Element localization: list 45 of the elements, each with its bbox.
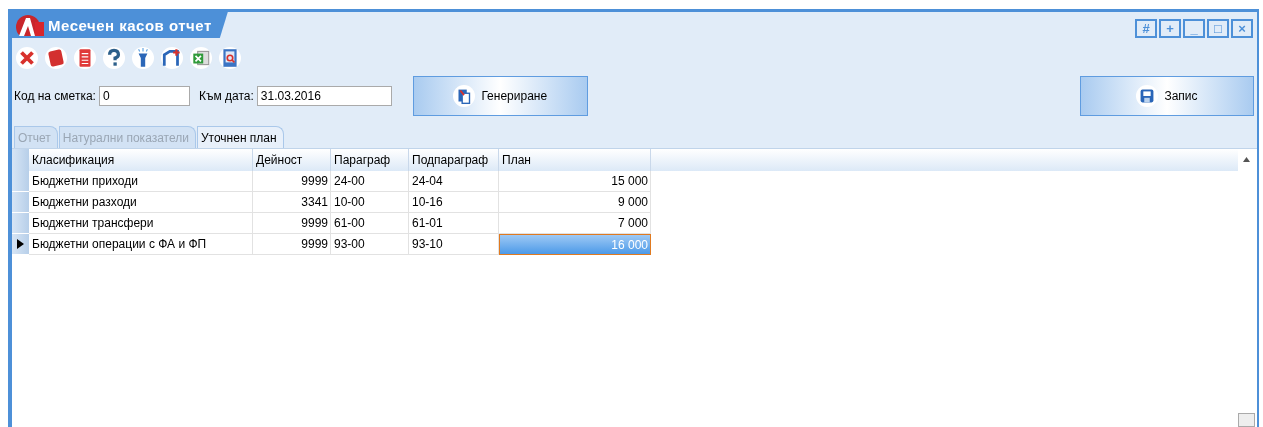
table-cell: 9999 bbox=[253, 234, 331, 255]
table-cell: 9 000 bbox=[499, 192, 651, 213]
table-cell: 24-04 bbox=[409, 171, 499, 192]
column-header[interactable]: Подпараграф bbox=[409, 149, 499, 171]
table-cell: 10-00 bbox=[331, 192, 409, 213]
generate-button[interactable]: Генериране bbox=[412, 76, 588, 116]
logo-icon bbox=[15, 14, 45, 36]
account-field[interactable]: 0 bbox=[98, 86, 190, 106]
column-header[interactable]: Параграф bbox=[331, 149, 409, 171]
calculator-icon[interactable] bbox=[74, 47, 96, 69]
column-header[interactable]: Класификация bbox=[29, 149, 253, 171]
scrollbar-thumb[interactable] bbox=[1238, 413, 1255, 427]
floppy-disk-icon bbox=[1136, 85, 1159, 107]
date-field[interactable]: 31.03.2016 bbox=[256, 86, 392, 106]
row-header[interactable] bbox=[12, 234, 29, 255]
table-cell: 61-01 bbox=[409, 213, 499, 234]
help-icon[interactable] bbox=[103, 47, 125, 69]
save-button[interactable]: Запис bbox=[1080, 76, 1254, 116]
window-title: Месечен касов отчет bbox=[48, 16, 212, 34]
table-cell: 10-16 bbox=[409, 192, 499, 213]
table-cell: 9999 bbox=[253, 171, 331, 192]
table-cell: 3341 bbox=[253, 192, 331, 213]
flashlight-icon[interactable] bbox=[132, 47, 154, 69]
tab[interactable]: Уточнен план bbox=[196, 126, 284, 148]
preview-icon[interactable] bbox=[219, 47, 241, 69]
date-label: Към дата: bbox=[198, 89, 254, 103]
table-cell: 9999 bbox=[253, 213, 331, 234]
close-icon[interactable] bbox=[16, 47, 38, 69]
table-cell: 24-00 bbox=[331, 171, 409, 192]
column-header[interactable]: План bbox=[499, 149, 651, 171]
table-cell: Бюджетни операции с ФА и ФП bbox=[29, 234, 253, 255]
column-header[interactable]: Дейност bbox=[253, 149, 331, 171]
table-cell: Бюджетни трансфери bbox=[29, 213, 253, 234]
current-row-icon bbox=[17, 239, 24, 249]
spreadsheet-icon[interactable] bbox=[190, 47, 212, 69]
table-cell: Бюджетни приходи bbox=[29, 171, 253, 192]
account-label: Код на сметка: bbox=[14, 89, 96, 103]
table-cell: 16 000 bbox=[499, 234, 651, 255]
clipboard-icon bbox=[453, 85, 476, 107]
table-cell: 61-00 bbox=[331, 213, 409, 234]
scroll-up-icon[interactable] bbox=[1243, 157, 1250, 162]
table-cell: Бюджетни разходи bbox=[29, 192, 253, 213]
table-cell: 15 000 bbox=[499, 171, 651, 192]
header-corner bbox=[12, 149, 29, 171]
table-cell: 93-00 bbox=[331, 234, 409, 255]
